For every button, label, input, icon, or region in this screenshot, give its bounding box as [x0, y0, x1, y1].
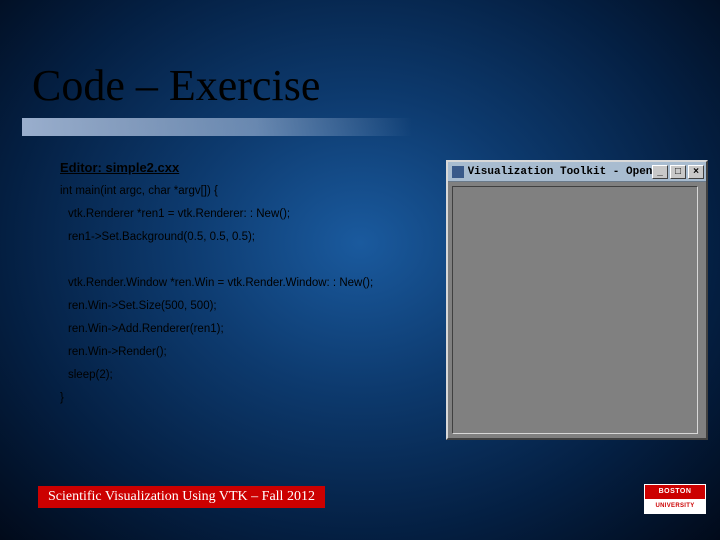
- slide-title: Code – Exercise: [32, 60, 320, 111]
- minimize-button[interactable]: _: [652, 165, 668, 179]
- logo-bottom: UNIVERSITY: [645, 499, 705, 513]
- window-controls: _ □ ×: [652, 165, 704, 179]
- code-line: ren1->Set.Background(0.5, 0.5, 0.5);: [60, 226, 373, 249]
- title-underline: [22, 118, 412, 136]
- footer-text: Scientific Visualization Using VTK – Fal…: [48, 489, 315, 505]
- app-icon: [452, 166, 464, 178]
- footer-bar: Scientific Visualization Using VTK – Fal…: [38, 486, 325, 508]
- boston-university-logo: BOSTON UNIVERSITY: [644, 484, 706, 514]
- vtk-render-canvas: [452, 186, 698, 434]
- vtk-window-title: Visualization Toolkit - OpenG: [468, 166, 652, 178]
- code-block: int main(int argc, char *argv[]) { vtk.R…: [60, 180, 373, 410]
- code-line: ren.Win->Add.Renderer(ren1);: [60, 318, 373, 341]
- code-line: vtk.Render.Window *ren.Win = vtk.Render.…: [60, 272, 373, 295]
- logo-top: BOSTON: [645, 485, 705, 499]
- code-line: int main(int argc, char *argv[]) {: [60, 180, 373, 203]
- code-blank: [60, 249, 373, 272]
- code-line: }: [60, 387, 373, 410]
- code-line: ren.Win->Render();: [60, 341, 373, 364]
- maximize-button[interactable]: □: [670, 165, 686, 179]
- code-line: sleep(2);: [60, 364, 373, 387]
- code-line: vtk.Renderer *ren1 = vtk.Renderer: : New…: [60, 203, 373, 226]
- vtk-output-window: Visualization Toolkit - OpenG _ □ ×: [446, 160, 708, 440]
- close-button[interactable]: ×: [688, 165, 704, 179]
- editor-filename-label: Editor: simple2.cxx: [60, 160, 179, 175]
- code-line: ren.Win->Set.Size(500, 500);: [60, 295, 373, 318]
- vtk-titlebar: Visualization Toolkit - OpenG _ □ ×: [448, 162, 706, 182]
